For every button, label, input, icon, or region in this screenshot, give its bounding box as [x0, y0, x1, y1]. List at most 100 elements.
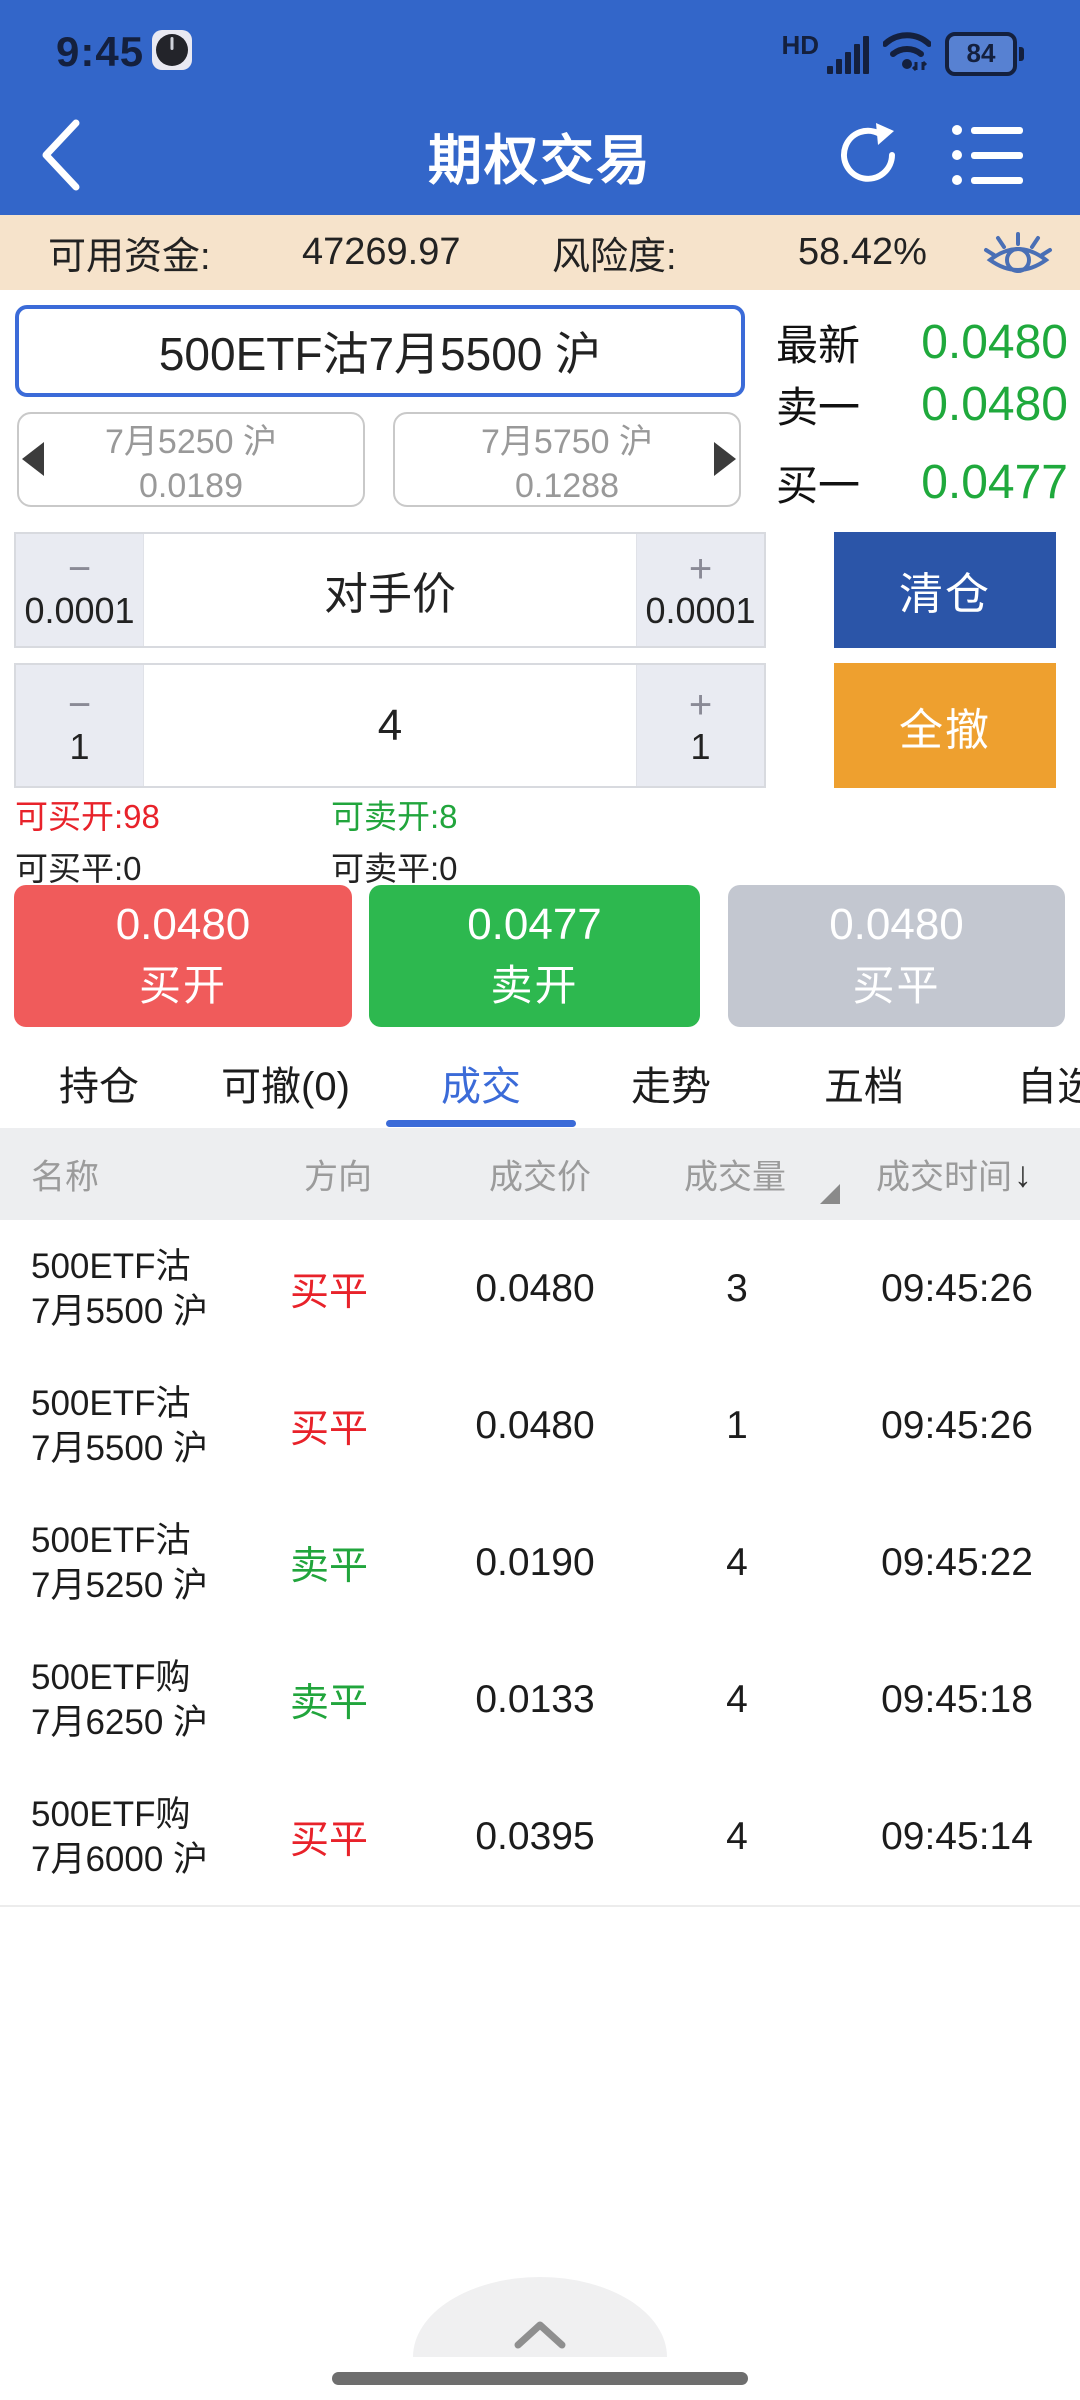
quote-bid-row: 买一 0.0477	[776, 450, 1068, 514]
qty-step-down: 1	[69, 725, 90, 767]
minus-icon: −	[67, 547, 92, 591]
risk-degree-label: 风险度:	[552, 236, 677, 278]
prev-arrow-icon[interactable]	[22, 442, 44, 476]
header-direction: 方向	[304, 1158, 372, 1197]
quote-latest-row: 最新 0.0480	[776, 310, 1068, 374]
can-sell-open-label: 可卖开:8	[331, 798, 458, 835]
prev-contract-button[interactable]: 7月5250 沪 0.0189	[17, 412, 365, 507]
prev-contract-name: 7月5250 沪	[105, 422, 277, 461]
quantity-field[interactable]: 4	[143, 665, 637, 786]
chevron-up-icon	[514, 2321, 566, 2349]
trade-qty: 4	[726, 1677, 748, 1721]
quantity-stepper: − 1 4 + 1	[14, 663, 766, 788]
price-step-up: 0.0001	[645, 590, 756, 631]
signal-icon	[827, 34, 869, 74]
trade-time: 09:45:22	[881, 1540, 1033, 1584]
header-price: 成交价	[489, 1158, 591, 1197]
bottom-tabs: 持仓 可撤(0) 成交 走势 五档 自选	[0, 1040, 1080, 1128]
tab-filled[interactable]: 成交	[441, 1054, 521, 1112]
header-name: 名称	[31, 1158, 99, 1197]
trade-contract-name: 500ETF购 7月6000 沪	[31, 1795, 209, 1879]
volume-sort-icon[interactable]	[820, 1184, 840, 1204]
trade-contract-name: 500ETF沽 7月5500 沪	[31, 1247, 209, 1331]
latest-label: 最新	[776, 321, 861, 369]
tab-cancellable[interactable]: 可撤(0)	[221, 1054, 350, 1112]
sell-open-button[interactable]: 0.0477 卖开	[369, 885, 700, 1027]
clear-positions-button[interactable]: 清仓	[834, 532, 1056, 648]
trade-row[interactable]: 500ETF沽 7月5250 沪 卖平 0.0190 4 09:45:22	[0, 1494, 1080, 1633]
trade-row[interactable]: 500ETF购 7月6000 沪 买平 0.0395 4 09:45:14	[0, 1768, 1080, 1907]
buy-open-price: 0.0480	[115, 899, 251, 949]
price-mode-field[interactable]: 对手价	[143, 534, 637, 646]
trade-contract-name: 500ETF沽 7月5250 沪	[31, 1521, 209, 1605]
buy-open-button[interactable]: 0.0480 买开	[14, 885, 352, 1027]
trade-direction: 卖平	[289, 1681, 369, 1725]
eye-toggle-icon[interactable]	[976, 229, 1060, 279]
sell-open-label: 卖开	[490, 961, 579, 1009]
can-sell-close-label: 可卖平:0	[331, 850, 458, 887]
next-contract-button[interactable]: 7月5750 沪 0.1288	[393, 412, 741, 507]
can-buy-close-label: 可买平:0	[15, 850, 142, 887]
bid1-label: 买一	[776, 461, 861, 509]
account-bar: 可用资金: 47269.97 风险度: 58.42%	[0, 215, 1080, 290]
trade-row[interactable]: 500ETF购 7月6250 沪 卖平 0.0133 4 09:45:18	[0, 1631, 1080, 1770]
trade-price: 0.0395	[475, 1814, 595, 1858]
refresh-button[interactable]	[828, 119, 908, 191]
available-funds-value: 47269.97	[302, 231, 461, 273]
minus-icon: −	[67, 682, 92, 727]
header-volume[interactable]: 成交量	[684, 1150, 786, 1199]
can-buy-open-label: 可买开:98	[15, 798, 160, 835]
home-indicator[interactable]	[332, 2372, 748, 2385]
price-stepper: − 0.0001 对手价 + 0.0001	[14, 532, 766, 648]
battery-percent: 84	[945, 31, 1017, 76]
qty-minus-button[interactable]: − 1	[16, 665, 143, 786]
tab-depth[interactable]: 五档	[824, 1054, 904, 1112]
trade-direction: 买平	[289, 1818, 369, 1862]
trade-time: 09:45:14	[881, 1814, 1033, 1858]
trade-direction: 买平	[289, 1407, 369, 1451]
cancel-all-button[interactable]: 全撤	[834, 663, 1056, 788]
tab-trend[interactable]: 走势	[631, 1054, 711, 1112]
battery-icon: 84	[945, 31, 1024, 76]
buy-open-label: 买开	[138, 961, 227, 1009]
options-trading-screen: 9:45 HD 84 期权交易 可用资金: 47269.97 风险度: 58.4…	[0, 0, 1080, 2400]
trade-price: 0.0480	[475, 1266, 595, 1310]
alarm-clock-icon	[152, 30, 192, 70]
tab-positions[interactable]: 持仓	[59, 1054, 139, 1112]
trade-direction: 卖平	[289, 1544, 369, 1588]
order-list-menu-button[interactable]	[946, 119, 1030, 191]
trade-contract-name: 500ETF沽 7月5500 沪	[31, 1384, 209, 1468]
header-time[interactable]: 成交时间 ↓	[876, 1150, 1032, 1199]
buy-close-price: 0.0480	[829, 899, 964, 949]
trade-row[interactable]: 500ETF沽 7月5500 沪 买平 0.0480 1 09:45:26	[0, 1357, 1080, 1496]
latest-value: 0.0480	[921, 315, 1068, 369]
trade-price: 0.0480	[475, 1403, 595, 1447]
trades-table-header: 名称 方向 成交价 成交量 成交时间 ↓	[0, 1128, 1080, 1220]
ask1-label: 卖一	[776, 383, 861, 431]
back-button[interactable]	[20, 113, 100, 197]
status-time: 9:45	[56, 28, 145, 75]
page-title: 期权交易	[428, 130, 652, 191]
app-header: 期权交易	[0, 95, 1080, 215]
prev-contract-price: 0.0189	[139, 466, 243, 505]
trade-qty: 1	[726, 1403, 748, 1447]
time-sort-desc-icon: ↓	[1014, 1153, 1032, 1194]
buy-close-label: 买平	[852, 961, 941, 1009]
trade-qty: 4	[726, 1540, 748, 1584]
wifi-icon	[882, 30, 932, 77]
trade-qty: 4	[726, 1814, 748, 1858]
risk-degree-value: 58.42%	[798, 231, 927, 273]
tab-watchlist[interactable]: 自选	[1017, 1054, 1080, 1112]
plus-icon: +	[688, 682, 713, 727]
contract-name-input[interactable]: 500ETF沽7月5500 沪	[15, 305, 745, 397]
active-tab-underline	[386, 1120, 576, 1127]
next-arrow-icon[interactable]	[714, 442, 736, 476]
expand-panel-handle[interactable]	[413, 2277, 667, 2357]
price-plus-button[interactable]: + 0.0001	[637, 534, 764, 646]
qty-step-up: 1	[690, 725, 711, 767]
status-bar: 9:45 HD 84	[0, 0, 1080, 95]
price-minus-button[interactable]: − 0.0001	[16, 534, 143, 646]
trade-row[interactable]: 500ETF沽 7月5500 沪 买平 0.0480 3 09:45:26	[0, 1220, 1080, 1359]
qty-plus-button[interactable]: + 1	[637, 665, 764, 786]
buy-close-button[interactable]: 0.0480 买平	[728, 885, 1065, 1027]
